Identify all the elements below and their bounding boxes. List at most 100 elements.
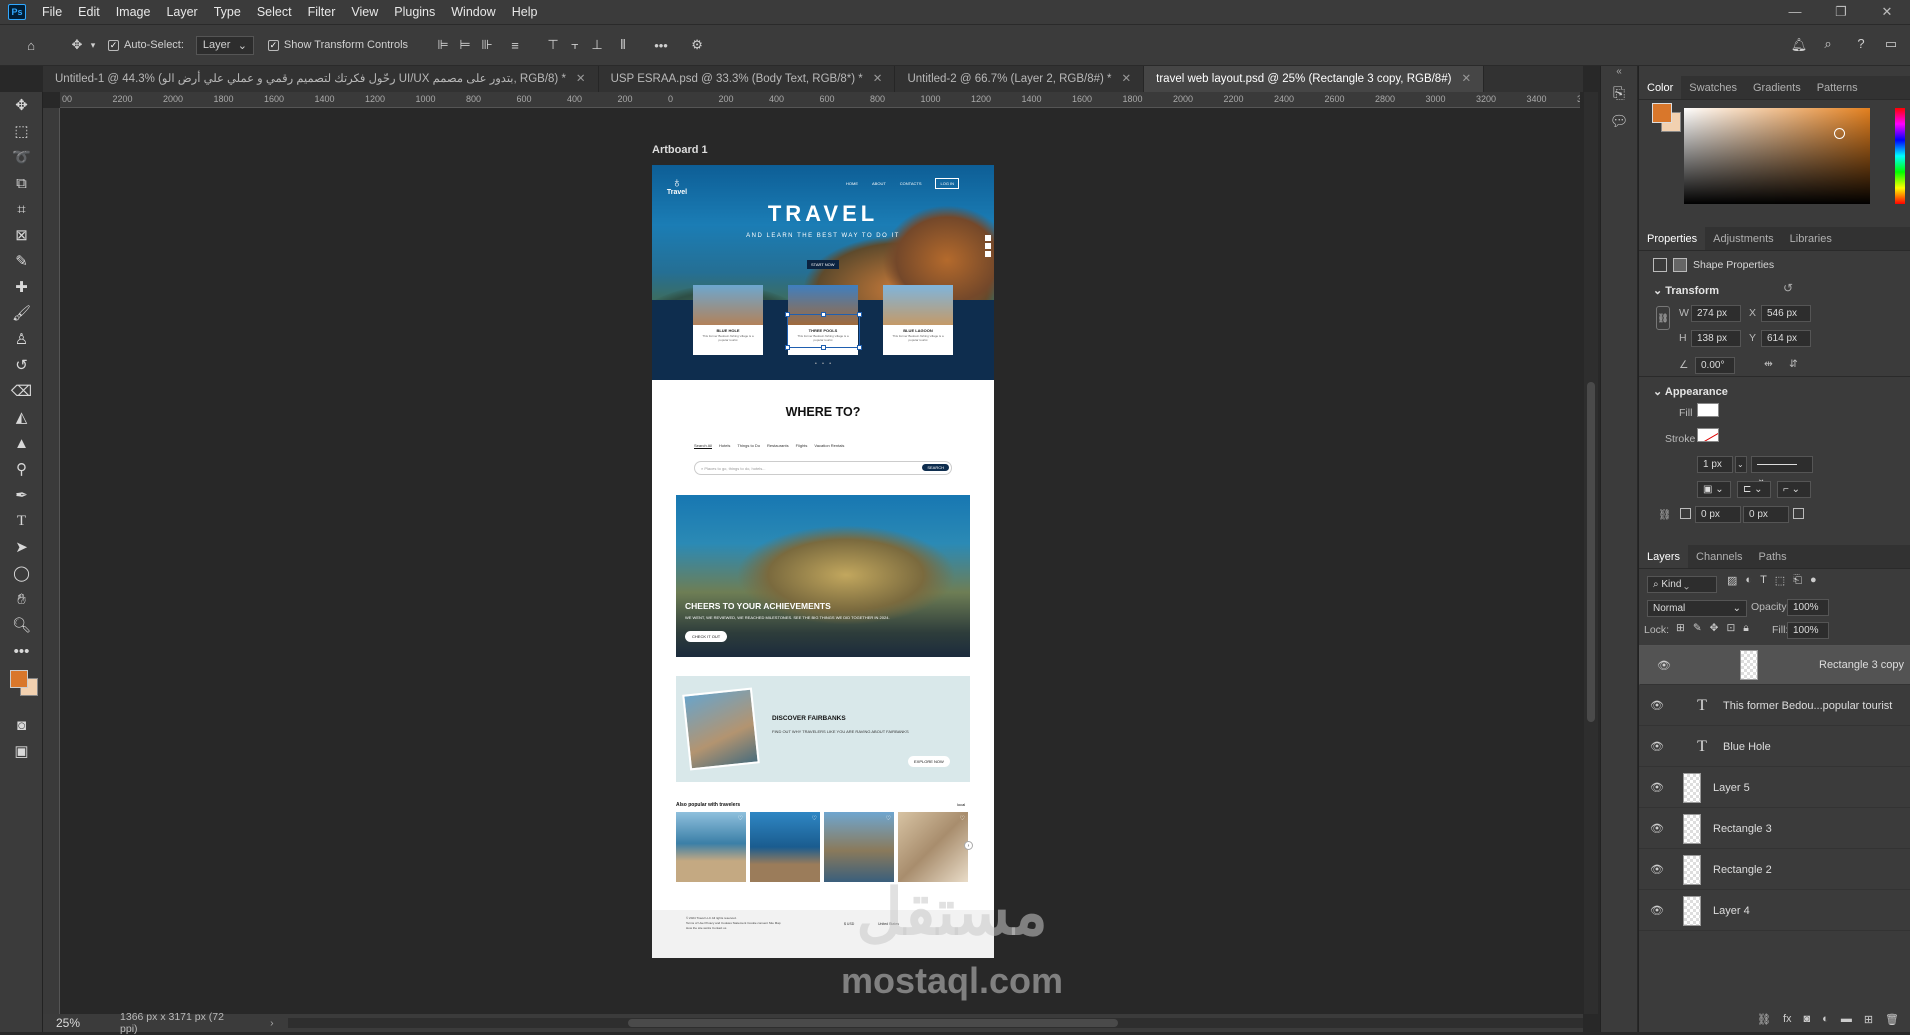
tab-search-all[interactable]: Search All [694,443,713,449]
stroke-width-field[interactable]: 1 px [1697,456,1733,473]
close-icon[interactable]: ✕ [1122,73,1132,85]
menu-filter[interactable]: Filter [300,0,344,24]
zoom-tool-icon[interactable]: 🔍︎ [0,612,43,638]
hue-slider[interactable] [1895,108,1905,204]
stroke-align-dropdown[interactable]: ▣ ⌄ [1697,481,1731,498]
menu-window[interactable]: Window [443,0,503,24]
heart-icon[interactable]: ♡ [886,815,891,822]
align-top-icon[interactable]: ⊤ [542,37,564,53]
menu-layer[interactable]: Layer [158,0,205,24]
stroke-swatch[interactable] [1697,428,1719,442]
crop-tool-icon[interactable]: ⌗ [0,196,43,222]
layer-fill-field[interactable]: 100% [1787,622,1829,639]
more-tools-icon[interactable]: ••• [0,638,43,664]
adjustment-filter-icon[interactable]: ◐ [1745,574,1752,587]
tab-untitled-1[interactable]: Untitled-1 @ 44.3% (رحّول فكرتك لتصميم ر… [43,66,599,92]
twitter-icon[interactable] [985,251,991,257]
restore-icon[interactable]: ❐ [1818,0,1864,24]
corner-radius-field[interactable]: 0 px [1743,506,1789,523]
menu-select[interactable]: Select [249,0,300,24]
foreground-color-swatch[interactable] [1652,103,1672,123]
new-group-icon[interactable]: ▬ [1841,1013,1852,1025]
eyedropper-icon[interactable]: ✎ [0,248,43,274]
tab-color[interactable]: Color [1639,76,1682,99]
site-search-button[interactable]: SEARCH [922,464,949,471]
adjustment-layer-icon[interactable]: ◐ [1822,1013,1829,1025]
layer-row[interactable]: 👁︎ T Blue Hole [1639,727,1910,767]
transform-header[interactable]: ⌄ Transform [1653,284,1719,297]
link-icon[interactable]: ⛓ [1656,306,1670,330]
distribute-vertical-icon[interactable]: ⫴ [612,37,634,53]
minimize-icon[interactable]: — [1772,0,1818,24]
tab-things-to-do[interactable]: Things to Do [737,443,760,449]
tab-flights[interactable]: Flights [796,443,808,449]
chevron-right-icon[interactable]: › [270,1017,274,1029]
eye-icon[interactable]: 👁︎ [1645,740,1669,753]
ellipse-tool-icon[interactable]: ◯ [0,560,43,586]
stroke-style-dropdown[interactable]: ⌄ [1751,456,1813,485]
menu-view[interactable]: View [343,0,386,24]
card-blue-lagoon[interactable]: BLUE LAGOON This former Bedouin fishing … [883,285,953,355]
menu-file[interactable]: File [34,0,70,24]
fill-swatch[interactable] [1697,403,1719,417]
lock-all-icon[interactable]: 🔒︎ [1743,622,1749,635]
history-panel-icon[interactable]: ⎘ [1601,85,1637,102]
instagram-icon[interactable] [985,243,991,249]
vertical-scrollbar[interactable] [1584,92,1598,1014]
eraser-tool-icon[interactable]: ⌫ [0,378,43,404]
facebook-icon[interactable] [985,235,991,241]
transform-handle[interactable] [857,345,862,350]
workspace-icon[interactable]: ▭ [1880,36,1902,52]
link-layers-icon[interactable]: ⛓ [1757,1013,1771,1026]
carousel-dots[interactable]: • • • [815,361,833,367]
tab-travel-web-layout[interactable]: travel web layout.psd @ 25% (Rectangle 3… [1144,66,1485,92]
explore-now-button[interactable]: EXPLORE NOW [908,756,950,767]
paint-bucket-icon[interactable]: ◭ [0,404,43,430]
popular-thumb[interactable]: ♡ [898,812,968,882]
chevron-down-icon[interactable]: ⌄ [1735,456,1747,473]
site-logo[interactable]: ♁ Travel [662,175,692,196]
tab-libraries[interactable]: Libraries [1782,227,1840,250]
foreground-color-swatch[interactable] [10,670,28,688]
stroke-corner-dropdown[interactable]: ⌐ ⌄ [1777,481,1811,498]
filter-toggle-icon[interactable]: ● [1810,574,1817,587]
show-transform-checkbox[interactable]: ✓ Show Transform Controls [267,39,408,51]
horizontal-scrollbar[interactable] [287,1018,1583,1028]
screen-mode-icon[interactable]: ▣ [0,738,43,764]
menu-help[interactable]: Help [504,0,546,24]
brush-tool-icon[interactable]: 🖌︎ [0,300,43,326]
layer-row[interactable]: 👁︎ Rectangle 3 copy [1639,645,1910,685]
heart-icon[interactable]: ♡ [812,815,817,822]
width-field[interactable]: 274 px [1691,305,1741,322]
corner-radius-field[interactable]: 0 px [1695,506,1741,523]
distribute-icon[interactable]: ≡ [504,38,526,53]
x-field[interactable]: 546 px [1761,305,1811,322]
close-icon[interactable]: ✕ [1461,73,1471,85]
shape-filter-icon[interactable]: ⬚ [1775,574,1785,587]
appearance-header[interactable]: ⌄ Appearance [1653,385,1728,398]
fx-icon[interactable]: fx [1783,1013,1792,1025]
dodge-tool-icon[interactable]: ⚲ [0,456,43,482]
artboard[interactable]: ♁ Travel HOME ABOUT CONTACTS LOG IN TRAV… [652,165,994,958]
layer-select-dropdown[interactable]: Layer ⌄ [195,35,254,55]
align-bottom-icon[interactable]: ⊥ [586,37,608,53]
tab-properties[interactable]: Properties [1639,227,1706,250]
eye-icon[interactable]: 👁︎ [1645,863,1669,876]
scroll-thumb[interactable] [627,1019,1118,1027]
tab-usp-esraa[interactable]: USP ESRAA.psd @ 33.3% (Body Text, RGB/8*… [599,66,896,92]
frame-tool-icon[interactable]: ⊠ [0,222,43,248]
layer-kind-filter[interactable]: ⌕ Kind ⌄ [1647,576,1717,593]
layer-row[interactable]: 👁︎ T This former Bedou...popular tourist [1639,686,1910,726]
tab-hotels[interactable]: Hotels [719,443,730,449]
lock-position-icon[interactable]: ✥ [1710,622,1719,635]
layer-row[interactable]: 👁︎ Rectangle 3 [1639,809,1910,849]
add-mask-icon[interactable]: ◙ [1804,1013,1811,1025]
nav-about[interactable]: ABOUT [872,181,886,186]
corner-link-icon[interactable]: ⛓ [1658,508,1671,521]
layer-row[interactable]: 👁︎ Rectangle 2 [1639,850,1910,890]
type-tool-icon[interactable]: T [0,508,43,534]
opacity-field[interactable]: 100% [1787,599,1829,616]
tab-channels[interactable]: Channels [1688,545,1750,568]
transform-handle[interactable] [785,345,790,350]
layer-row[interactable]: 👁︎ Layer 4 [1639,891,1910,931]
